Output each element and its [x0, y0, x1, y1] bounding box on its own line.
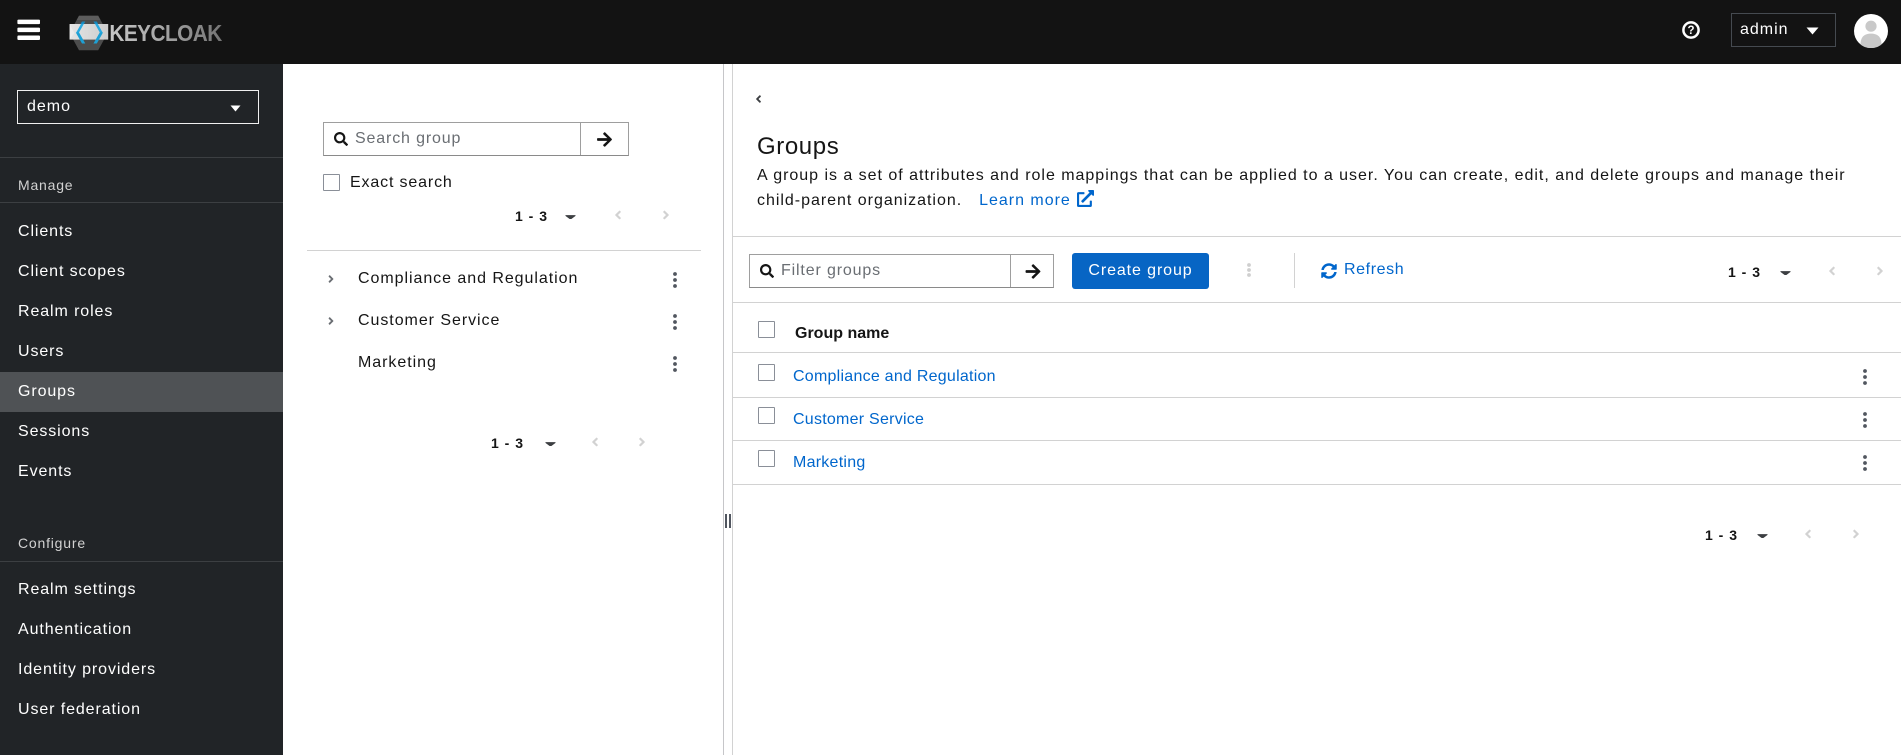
svg-text:?: ?	[1687, 25, 1694, 37]
svg-text:KEYCLOAK: KEYCLOAK	[109, 20, 222, 46]
